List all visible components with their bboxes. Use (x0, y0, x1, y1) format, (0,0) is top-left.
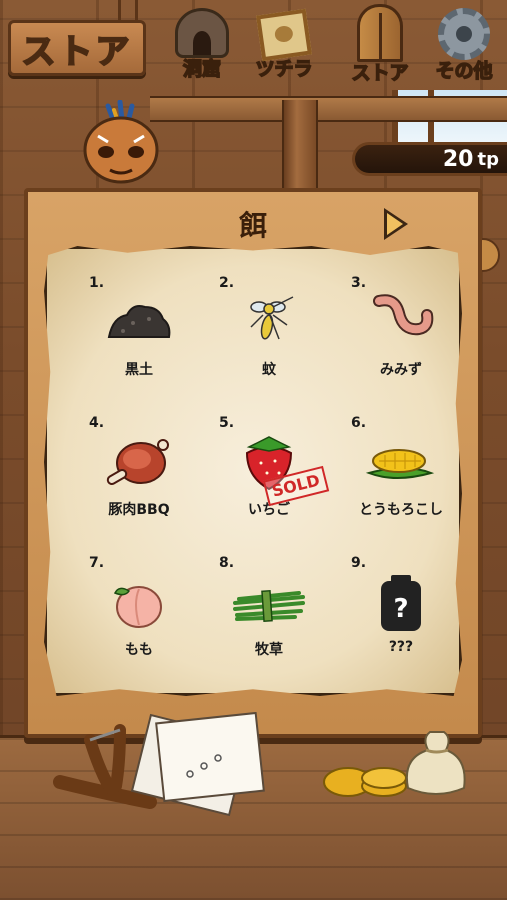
nav-store-label: ストア (351, 61, 410, 85)
locked-jar-icon: ? (381, 575, 421, 631)
tsuchira-frame-icon (256, 8, 312, 62)
svg-text:?: ? (393, 594, 408, 624)
item-number: 5. (219, 415, 235, 431)
item-grid: 1. 黒土 2. 蚊 3. みみず 4. 豚肉BBQ 5. いちご SOLD 6… (47, 249, 459, 693)
top-nav: 洞窟 ツチラ ストア その他 (160, 0, 507, 88)
item-number: 6. (351, 415, 367, 431)
item-number: 3. (351, 275, 367, 291)
item-slot-6[interactable]: 6. とうもろこし (333, 415, 462, 545)
points-unit: tp (477, 148, 500, 170)
item-slot-9[interactable]: 9. ? ??? (333, 555, 462, 685)
item-slot-3[interactable]: 3. みみず (333, 275, 462, 405)
nav-store[interactable]: ストア (340, 4, 420, 86)
item-board: 餌 1. 黒土 2. 蚊 3. みみず 4. 豚肉BBQ 5. いちご SOLD… (24, 188, 482, 738)
mosquito-icon (250, 296, 294, 340)
tribal-mask-icon (83, 100, 159, 184)
item-label: 黒土 (125, 362, 153, 378)
wooden-post (282, 100, 318, 190)
next-page-button[interactable] (384, 208, 408, 240)
item-label: 牧草 (255, 642, 283, 658)
bbq-meat-icon (106, 439, 169, 485)
nav-other-label: その他 (435, 59, 494, 83)
nav-tsuchira[interactable]: ツチラ (244, 4, 324, 86)
coins-and-bag-icon (323, 731, 466, 797)
corn-icon (365, 449, 435, 479)
item-number: 7. (89, 555, 105, 571)
points-display: 20 tp (352, 142, 507, 176)
item-label: もも (125, 642, 153, 658)
item-slot-8[interactable]: 8. 牧草 (201, 555, 331, 685)
grass-icon (233, 589, 305, 623)
paper-notes-icon (130, 712, 265, 817)
door-icon (357, 4, 403, 62)
item-label: とうもろこし (359, 502, 443, 518)
peach-icon (113, 586, 162, 628)
item-label: みみず (380, 362, 422, 378)
page-title: ストア (21, 31, 133, 73)
item-number: 8. (219, 555, 235, 571)
item-slot-7[interactable]: 7. もも (71, 555, 201, 685)
item-number: 2. (219, 275, 235, 291)
item-number: 4. (89, 415, 105, 431)
nav-cave-label: 洞窟 (182, 57, 222, 81)
earthworm-icon (373, 294, 434, 336)
parchment: 1. 黒土 2. 蚊 3. みみず 4. 豚肉BBQ 5. いちご SOLD 6… (44, 246, 462, 696)
points-value: 20 (442, 146, 474, 172)
nav-cave[interactable]: 洞窟 (162, 4, 242, 86)
item-slot-4[interactable]: 4. 豚肉BBQ (71, 415, 201, 545)
item-number: 1. (89, 275, 105, 291)
board-title: 餌 (238, 209, 267, 242)
nav-other[interactable]: その他 (424, 4, 504, 86)
item-label: 豚肉BBQ (108, 502, 170, 518)
item-label: 蚊 (262, 362, 276, 378)
item-label: ??? (388, 639, 414, 655)
item-slot-5[interactable]: 5. いちご SOLD (201, 415, 331, 545)
store-sign: ストア (8, 20, 146, 76)
item-number: 9. (351, 555, 367, 571)
item-slot-2[interactable]: 2. 蚊 (201, 275, 331, 405)
cave-icon (175, 8, 229, 58)
black-soil-icon (107, 305, 171, 338)
gear-icon (438, 8, 490, 60)
item-slot-1[interactable]: 1. 黒土 (71, 275, 201, 405)
ceiling-beam (150, 96, 507, 122)
